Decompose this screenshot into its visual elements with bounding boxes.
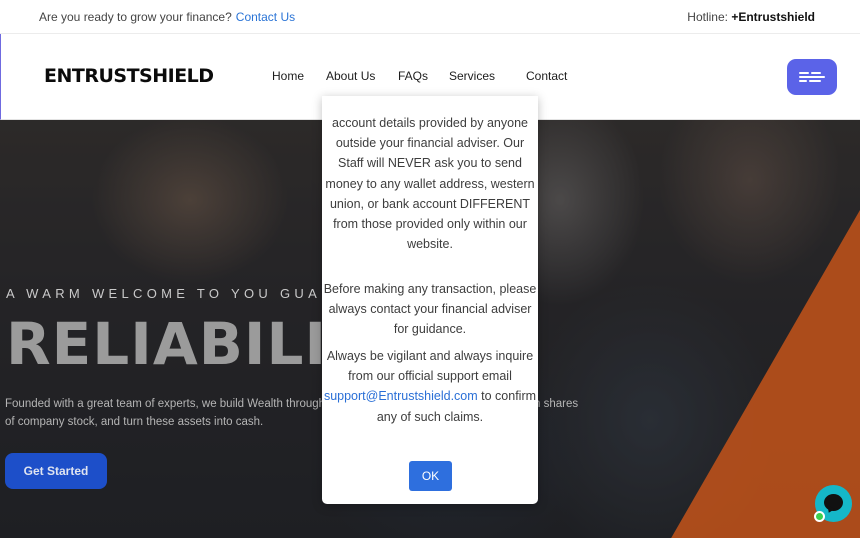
hotline: Hotline: +Entrustshield bbox=[687, 10, 815, 24]
modal-paragraph-3: Always be vigilant and always inquire fr… bbox=[322, 346, 538, 427]
hero-eyebrow: A WARM WELCOME TO YOU GUARAN bbox=[6, 286, 362, 301]
online-status-indicator bbox=[814, 511, 825, 522]
get-started-button[interactable]: Get Started bbox=[5, 453, 107, 489]
site-logo[interactable]: ENTRUSTSHIELD bbox=[44, 65, 214, 87]
hero-description-line2: of company stock, and turn these assets … bbox=[5, 416, 264, 428]
nav-item-contact[interactable]: Contact bbox=[526, 69, 567, 83]
contact-us-link[interactable]: Contact Us bbox=[236, 10, 295, 24]
modal-paragraph-1: account details provided by anyone outsi… bbox=[325, 116, 535, 252]
hero-headline: RELIABILI bbox=[6, 310, 328, 378]
top-bar: Are you ready to grow your finance? Conta… bbox=[0, 0, 860, 34]
top-bar-question: Are you ready to grow your finance? bbox=[39, 10, 232, 24]
support-email-link[interactable]: support@Entrustshield.com bbox=[324, 389, 478, 403]
modal-paragraph-2: Before making any transaction, please al… bbox=[323, 282, 537, 337]
hamburger-menu-button[interactable] bbox=[787, 59, 837, 95]
ok-button[interactable]: OK bbox=[409, 461, 452, 491]
nav-item-home[interactable]: Home bbox=[272, 69, 304, 83]
chat-widget-button[interactable] bbox=[814, 485, 852, 522]
hotline-label: Hotline: bbox=[687, 10, 728, 24]
hero-description-line1: Founded with a great team of experts, we… bbox=[5, 398, 326, 410]
hotline-value[interactable]: +Entrustshield bbox=[731, 10, 815, 24]
modal-paragraph-3-start: Always be vigilant and always inquire fr… bbox=[326, 349, 534, 384]
warning-modal: account details provided by anyone outsi… bbox=[322, 96, 538, 504]
hero-description-line1-tail: n shares bbox=[534, 398, 579, 410]
top-bar-left: Are you ready to grow your finance? Conta… bbox=[39, 10, 295, 24]
nav-item-faqs[interactable]: FAQs bbox=[398, 69, 428, 83]
nav-item-about-us[interactable]: About Us bbox=[326, 69, 375, 83]
nav-item-services[interactable]: Services bbox=[449, 69, 495, 83]
